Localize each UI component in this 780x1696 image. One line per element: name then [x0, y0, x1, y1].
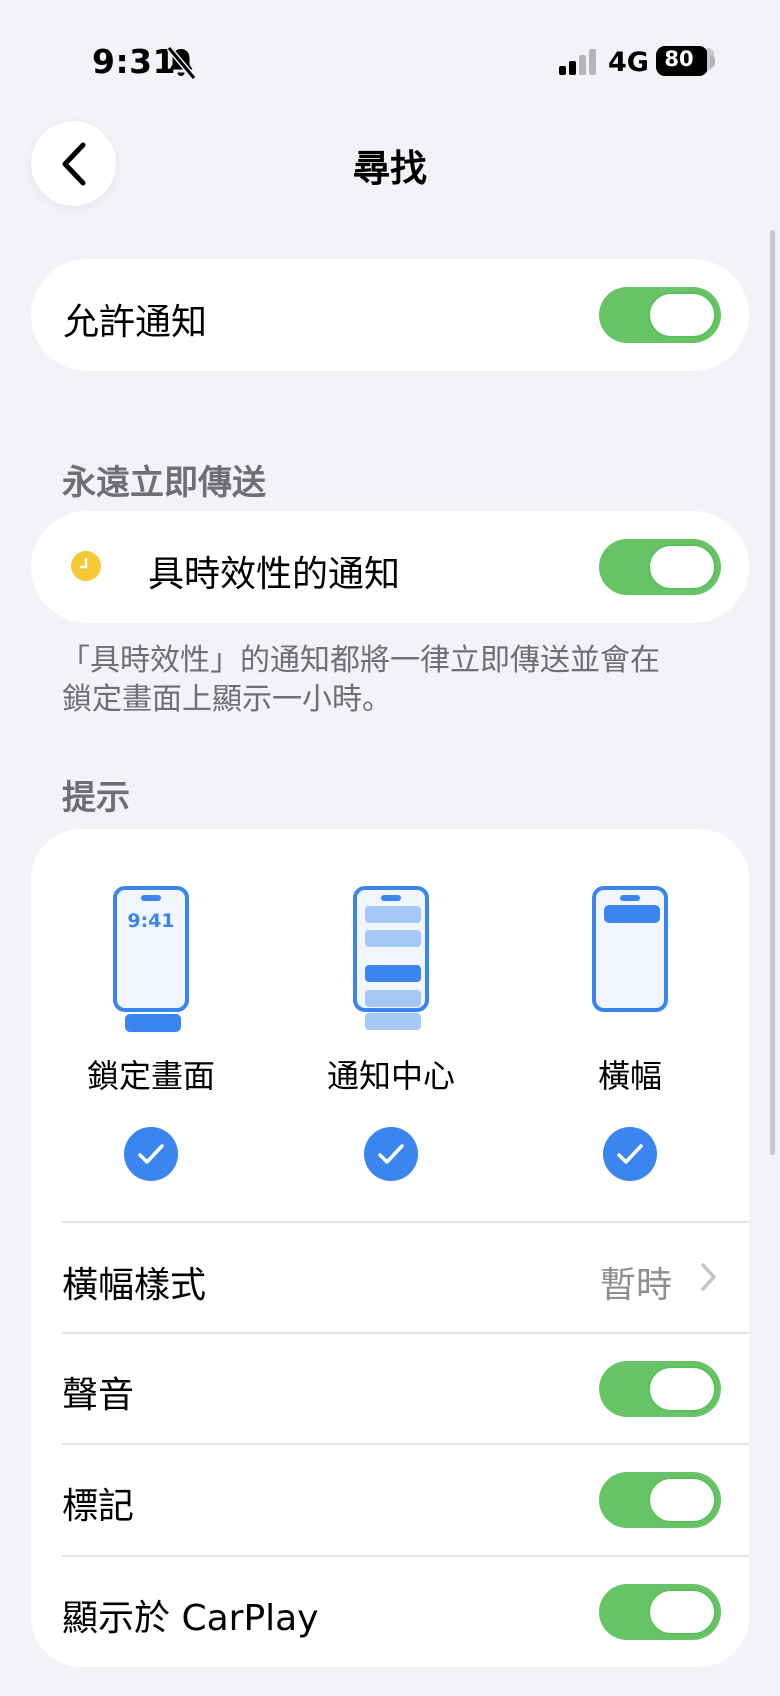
cellular-signal-icon [559, 49, 596, 75]
banner-style-value: 暫時 [600, 1265, 673, 1306]
banner-label: 橫幅 [597, 1057, 662, 1095]
allow-notifications-label: 允許通知 [63, 302, 208, 343]
notification-center-label: 通知中心 [326, 1057, 455, 1095]
sounds-label: 聲音 [62, 1375, 135, 1416]
banner-style-label: 橫幅樣式 [62, 1265, 207, 1306]
allow-notifications-toggle[interactable] [599, 287, 721, 343]
carplay-label: 顯示於 CarPlay [62, 1598, 319, 1639]
immediate-section-header: 永遠立即傳送 [62, 463, 266, 503]
chevron-right-icon [701, 1263, 716, 1291]
time-sensitive-label: 具時效性的通知 [148, 554, 401, 595]
time-sensitive-footnote-line1: 「具時效性」的通知都將一律立即傳送並會在 [60, 643, 660, 678]
lock-screen-preview[interactable]: 9:41 [113, 886, 189, 1032]
alerts-section-header: 提示 [62, 778, 130, 818]
allow-notifications-card: 允許通知 [31, 259, 749, 371]
network-type: 4G [608, 47, 649, 78]
badges-toggle[interactable] [599, 1472, 721, 1528]
carplay-toggle[interactable] [599, 1584, 721, 1640]
divider [62, 1443, 749, 1445]
clock-icon [71, 551, 101, 581]
scrollbar[interactable] [770, 230, 775, 1155]
badges-label: 標記 [62, 1486, 135, 1527]
time-sensitive-card: 具時效性的通知 [31, 511, 749, 623]
time-sensitive-toggle[interactable] [599, 539, 721, 595]
alerts-card: 9:41 鎖定畫面 通知中心 橫幅 橫幅樣式 暫時 聲音 標記 顯示於 CarP… [31, 829, 749, 1667]
battery-icon: 80 [656, 46, 716, 78]
notification-center-preview[interactable] [353, 886, 429, 1030]
battery-level: 80 [664, 47, 694, 71]
bell-slash-icon [166, 46, 197, 80]
lock-screen-time: 9:41 [127, 910, 175, 932]
status-time: 9:31 [92, 42, 177, 81]
checkmark-icon [378, 1144, 404, 1164]
lock-screen-checkbox[interactable] [124, 1127, 178, 1181]
checkmark-icon [138, 1144, 164, 1164]
banner-style-row[interactable]: 橫幅樣式 暫時 [31, 1223, 749, 1333]
divider [62, 1555, 749, 1557]
sounds-toggle[interactable] [599, 1361, 721, 1417]
divider [62, 1332, 749, 1334]
page-title: 尋找 [353, 147, 427, 190]
time-sensitive-footnote-line2: 鎖定畫面上顯示一小時。 [62, 682, 392, 717]
notification-center-checkbox[interactable] [364, 1127, 418, 1181]
lock-screen-label: 鎖定畫面 [86, 1057, 215, 1095]
banner-checkbox[interactable] [603, 1127, 657, 1181]
banner-preview[interactable] [592, 886, 668, 1012]
checkmark-icon [617, 1144, 643, 1164]
